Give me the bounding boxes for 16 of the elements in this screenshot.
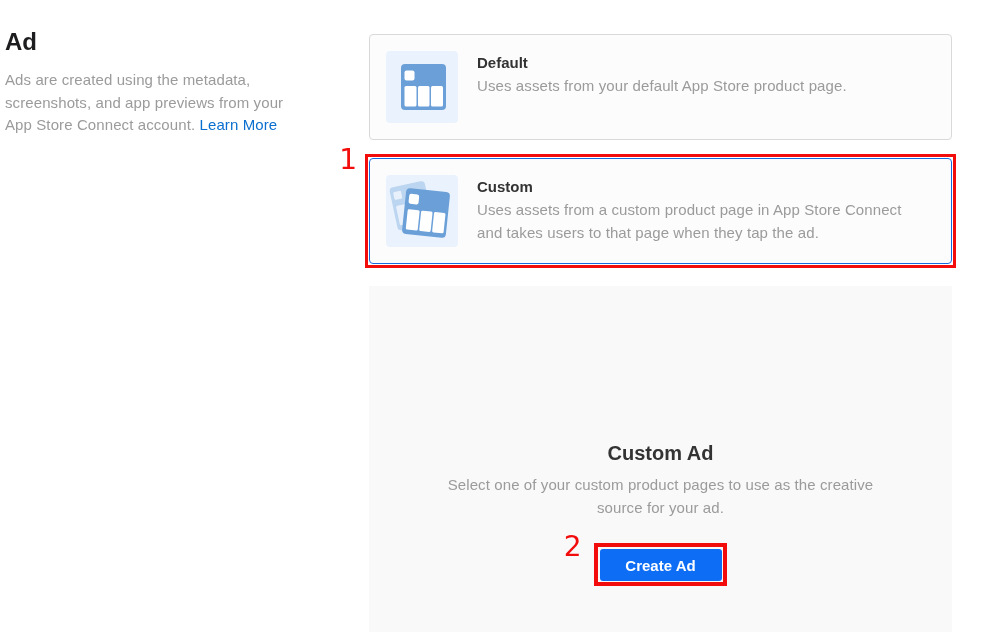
option-title: Custom xyxy=(477,178,534,196)
section-title: Ad xyxy=(5,28,37,56)
learn-more-link[interactable]: Learn More xyxy=(199,116,278,133)
callout-number: 1 xyxy=(339,146,357,174)
option-description: Uses assets from your default App Store product page. xyxy=(477,76,848,96)
page-layout-icon xyxy=(386,51,458,123)
ad-type-option[interactable]: Default Uses assets from your default App Store product page. xyxy=(369,34,952,140)
panel-description: Select one of your custom product pages to use as the creative source for your ad. xyxy=(446,475,875,518)
section-description: Ads are created using the metadata, screenshots, and app previews from your App Store Connect account. Learn More xyxy=(5,70,285,135)
option-description: Uses assets from a custom product page in App Store Connect and takes users to that page when they tap the ad. xyxy=(477,200,903,243)
option-title: Default xyxy=(477,54,529,72)
create-ad-button[interactable]: Create Ad xyxy=(599,549,722,581)
callout-number: 2 xyxy=(563,533,582,561)
panel-title: Custom Ad xyxy=(607,441,714,465)
ad-type-option[interactable]: Custom Uses assets from a custom product page in App Store Connect and takes users to that page when they tap the ad. xyxy=(369,158,952,264)
stacked-pages-icon xyxy=(386,175,458,247)
